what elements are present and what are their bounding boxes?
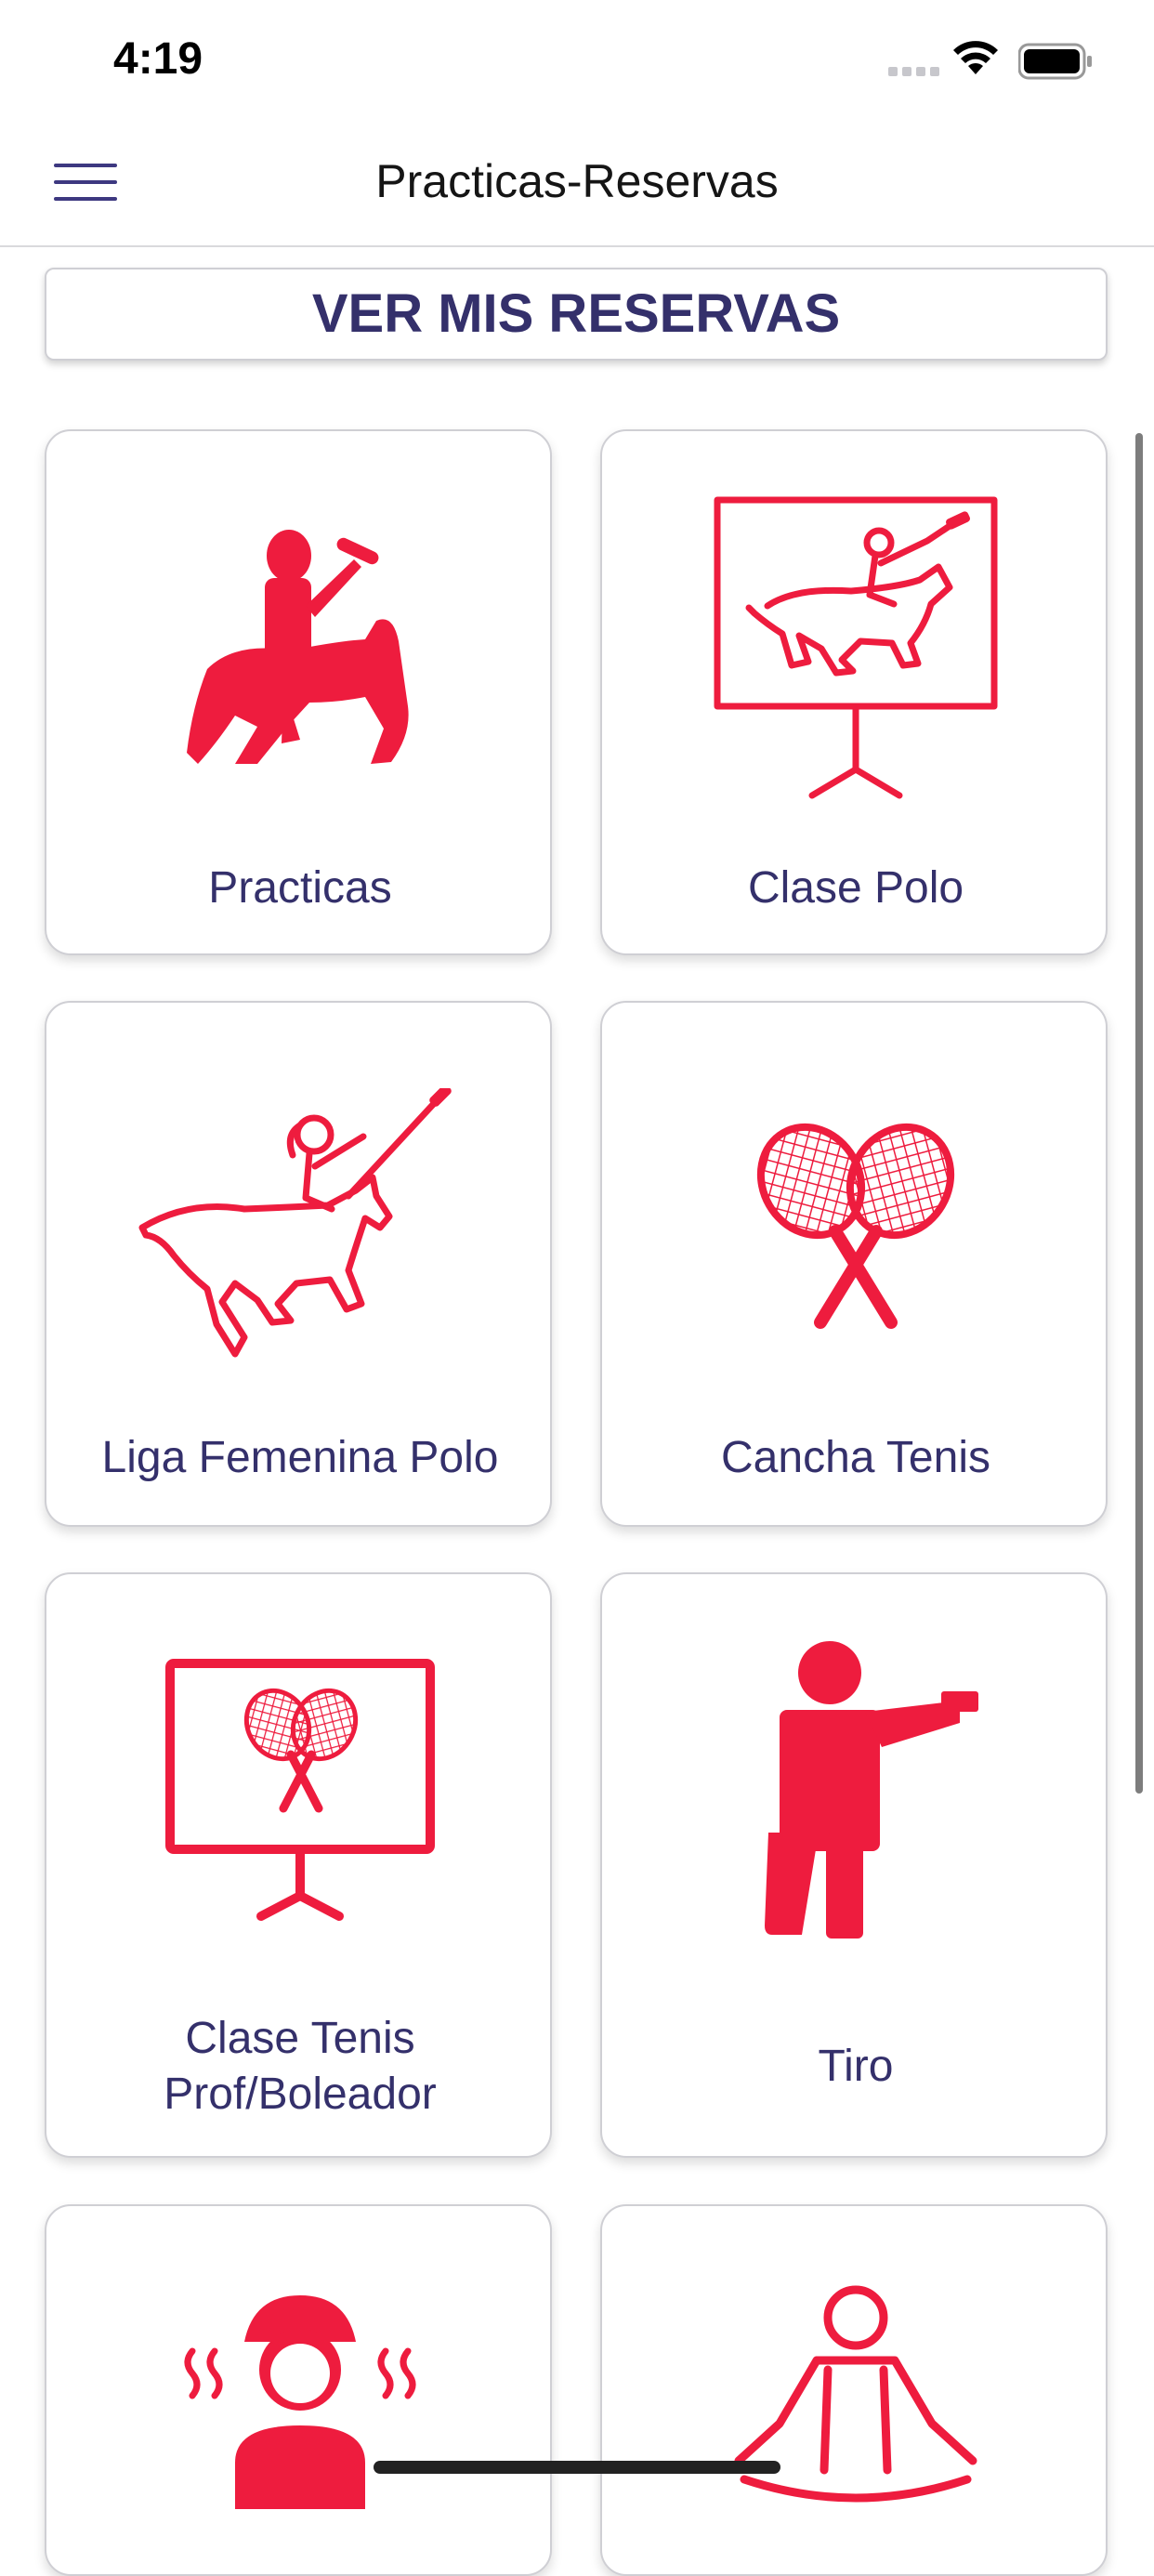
status-time: 4:19 [113, 34, 203, 84]
card-label: Cancha Tenis [721, 1433, 990, 1482]
status-bar: 4:19 [0, 0, 1154, 123]
card-yoga[interactable] [600, 2204, 1108, 2576]
home-indicator[interactable] [374, 2461, 780, 2474]
polo-class-board-icon [714, 496, 998, 799]
yoga-meditation-icon [734, 2285, 977, 2503]
card-clase-tenis-prof-boleador[interactable]: Clase Tenis Prof/Boleador [45, 1572, 552, 2158]
signal-icon [888, 67, 939, 76]
card-practicas[interactable]: Practicas [45, 429, 552, 955]
wifi-icon [953, 41, 998, 74]
card-label: Practicas [208, 863, 392, 913]
page-title: Practicas-Reservas [375, 155, 779, 207]
navigation-bar: Practicas-Reservas [0, 123, 1154, 247]
card-clase-polo[interactable]: Clase Polo [600, 429, 1108, 955]
card-label: Clase Polo [747, 863, 964, 913]
crossed-tennis-rackets-icon [756, 1123, 955, 1329]
card-spa[interactable] [45, 2204, 552, 2576]
scrollbar[interactable] [1135, 433, 1143, 1794]
card-cancha-tenis[interactable]: Cancha Tenis [600, 1001, 1108, 1527]
card-liga-femenina-polo[interactable]: Liga Femenina Polo [45, 1001, 552, 1527]
card-tiro[interactable]: Tiro [600, 1572, 1108, 2158]
battery-icon [1018, 43, 1092, 80]
card-label-line2: Prof/Boleador [164, 2070, 437, 2119]
polo-rider-solid-icon [187, 530, 409, 764]
female-polo-rider-icon [138, 1088, 452, 1358]
spa-sauna-icon [184, 2295, 416, 2509]
ver-mis-reservas-button[interactable]: VER MIS RESERVAS [45, 268, 1108, 361]
card-label-line1: Clase Tenis [185, 2014, 415, 2063]
tennis-class-board-icon [165, 1659, 435, 1921]
card-label: Tiro [818, 2042, 894, 2091]
shooter-icon [765, 1641, 978, 1939]
card-label: Liga Femenina Polo [101, 1433, 499, 1482]
